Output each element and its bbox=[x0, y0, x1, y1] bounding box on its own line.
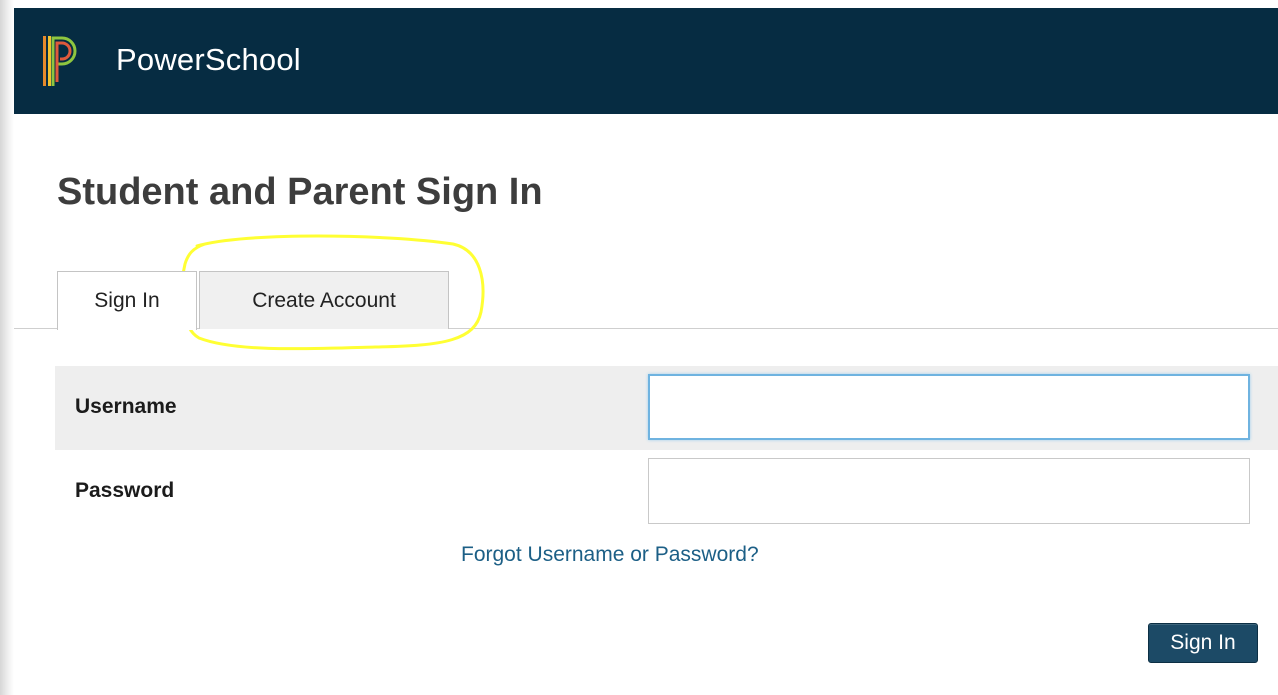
username-row: Username bbox=[55, 366, 1278, 450]
password-label: Password bbox=[75, 479, 175, 502]
forgot-credentials-link[interactable]: Forgot Username or Password? bbox=[461, 543, 759, 567]
username-input[interactable] bbox=[648, 374, 1250, 440]
powerschool-logo-icon bbox=[43, 36, 77, 86]
left-edge-shadow bbox=[0, 0, 14, 695]
page-title: Student and Parent Sign In bbox=[57, 171, 543, 213]
username-label: Username bbox=[75, 395, 177, 418]
password-input[interactable] bbox=[648, 458, 1250, 524]
tab-create-account[interactable]: Create Account bbox=[199, 271, 449, 329]
password-row: Password bbox=[55, 450, 1278, 534]
sign-in-button[interactable]: Sign In bbox=[1148, 623, 1258, 663]
app-header: PowerSchool bbox=[14, 8, 1278, 114]
tab-sign-in[interactable]: Sign In bbox=[57, 271, 197, 330]
brand-name: PowerSchool bbox=[116, 42, 301, 77]
sign-in-page: PowerSchool Student and Parent Sign In S… bbox=[0, 0, 1278, 695]
